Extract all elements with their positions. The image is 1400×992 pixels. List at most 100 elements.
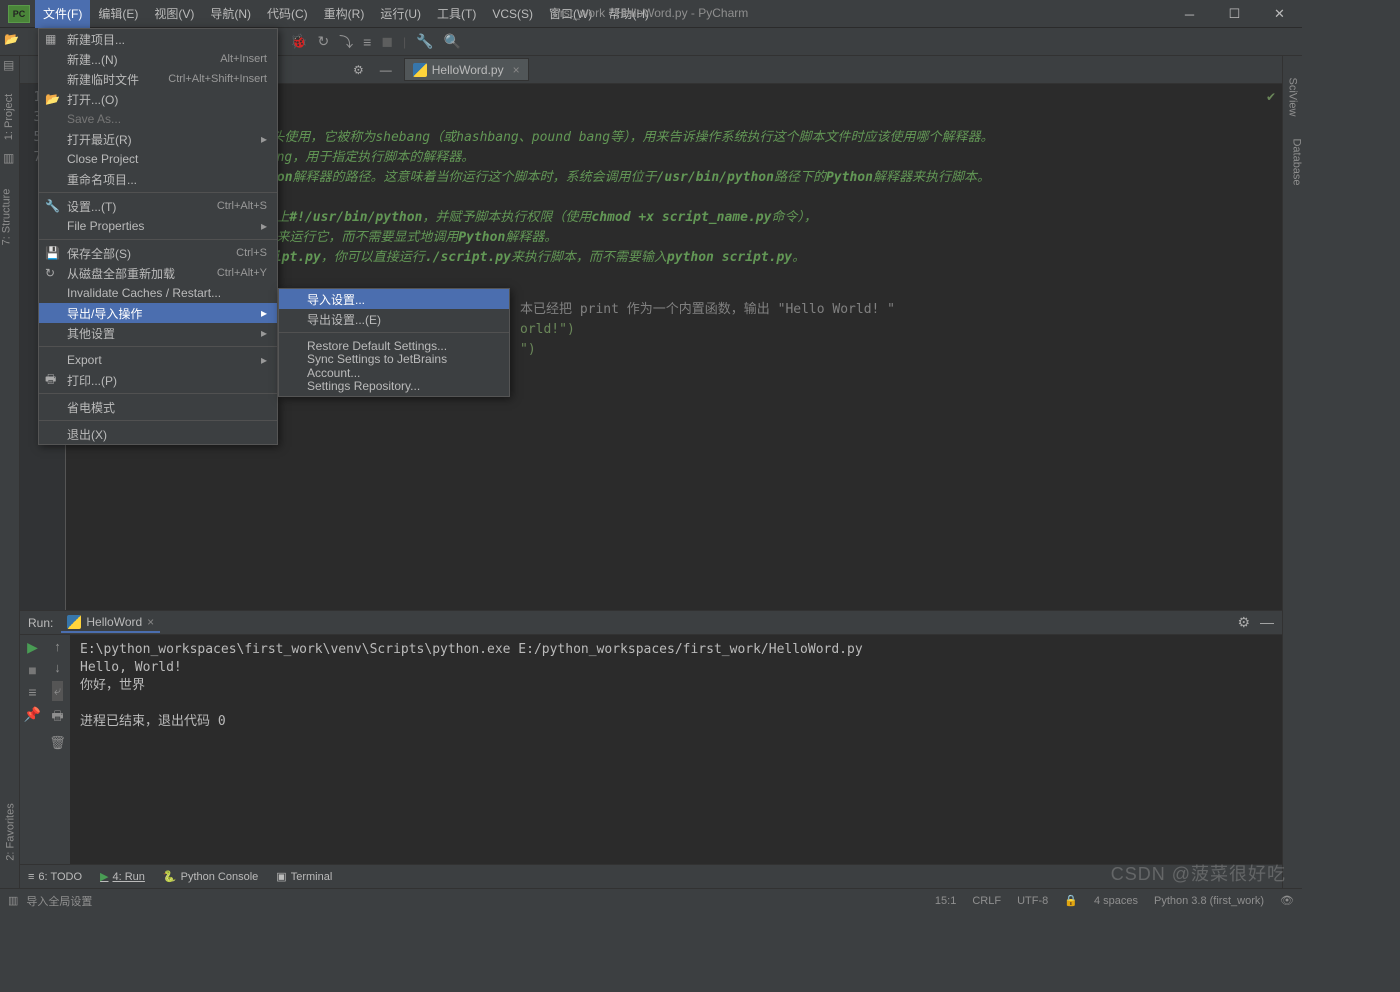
- menu-reload-disk[interactable]: ↻从磁盘全部重新加载Ctrl+Alt+Y: [39, 263, 277, 283]
- window-controls: ─ ☐ ✕: [1167, 0, 1302, 28]
- new-icon: ▦: [45, 32, 61, 46]
- reload-icon: ↻: [45, 266, 61, 280]
- status-cursor-pos[interactable]: 15:1: [935, 895, 956, 907]
- print-icon[interactable]: 🖶: [51, 707, 63, 729]
- status-line-sep[interactable]: CRLF: [972, 895, 1001, 907]
- todo-toolwindow-tab[interactable]: ≡6: TODO: [28, 871, 82, 883]
- menu-edit[interactable]: 编辑(E): [90, 0, 146, 28]
- menu-save-all[interactable]: 💾保存全部(S)Ctrl+S: [39, 243, 277, 263]
- menu-open[interactable]: 📂打开...(O): [39, 89, 277, 109]
- status-encoding[interactable]: UTF-8: [1017, 895, 1048, 907]
- submenu-settings-repo[interactable]: Settings Repository...: [279, 376, 509, 396]
- trash-icon[interactable]: 🗑: [49, 735, 66, 751]
- save-icon: 💾: [45, 246, 61, 260]
- submenu-import-settings[interactable]: 导入设置...: [279, 289, 509, 309]
- window-title: first_work - HelloWord.py - PyCharm: [554, 6, 748, 20]
- search-icon[interactable]: 🔍: [444, 33, 461, 50]
- menu-new-project[interactable]: ▦新建项目...: [39, 29, 277, 49]
- bottom-toolbar: ≡6: TODO ▶4: Run 🐍Python Console ▣Termin…: [20, 864, 1282, 888]
- menu-save-as[interactable]: Save As...: [39, 109, 277, 129]
- run-console-output[interactable]: E:\python_workspaces\first_work\venv\Scr…: [70, 635, 1282, 864]
- database-toolwindow-tab[interactable]: Database: [1290, 138, 1302, 185]
- status-indent[interactable]: 4 spaces: [1094, 895, 1138, 907]
- status-interpreter[interactable]: Python 3.8 (first_work): [1154, 895, 1264, 907]
- menu-invalidate-caches[interactable]: Invalidate Caches / Restart...: [39, 283, 277, 303]
- maximize-button[interactable]: ☐: [1212, 0, 1257, 28]
- menu-exit[interactable]: 退出(X): [39, 424, 277, 444]
- python-console-tab[interactable]: 🐍Python Console: [163, 870, 258, 883]
- status-hint: 导入全局设置: [26, 893, 92, 909]
- down-icon[interactable]: ↓: [54, 660, 61, 675]
- wrap-icon[interactable]: ⤶: [52, 681, 63, 701]
- stop-icon[interactable]: ≡: [363, 34, 371, 50]
- menu-print[interactable]: 🖶打印...(P): [39, 370, 277, 390]
- minimize-button[interactable]: ─: [1167, 0, 1212, 28]
- menu-view[interactable]: 视图(V): [146, 0, 202, 28]
- titlebar: PC 文件(F) 编辑(E) 视图(V) 导航(N) 代码(C) 重构(R) 运…: [0, 0, 1302, 28]
- run-tab-helloword[interactable]: HelloWord ×: [61, 613, 160, 633]
- structure-toolwindow-tab[interactable]: 7: Structure: [0, 189, 12, 246]
- run-toolwindow-tab[interactable]: ▶4: Run: [100, 870, 145, 883]
- pin-icon[interactable]: 👁: [1280, 894, 1294, 907]
- menu-open-recent[interactable]: 打开最近(R)▸: [39, 129, 277, 149]
- menu-refactor[interactable]: 重构(R): [316, 0, 373, 28]
- left-tool-strip: ▤ 1: Project ▥ 7: Structure 2: Favorites: [0, 56, 20, 888]
- favorites-toolwindow-tab[interactable]: 2: Favorites: [5, 803, 17, 860]
- menu-settings[interactable]: 🔧设置...(T)Ctrl+Alt+S: [39, 196, 277, 216]
- menu-tools[interactable]: 工具(T): [429, 0, 484, 28]
- inspections-ok-icon[interactable]: ✔: [1266, 90, 1276, 104]
- folder-open-icon: 📂: [45, 92, 61, 106]
- menu-navigate[interactable]: 导航(N): [202, 0, 259, 28]
- menu-code[interactable]: 代码(C): [259, 0, 316, 28]
- menu-power-save[interactable]: 省电模式: [39, 397, 277, 417]
- editor-tab-label: HelloWord.py: [432, 63, 504, 77]
- menu-other-settings[interactable]: 其他设置▸: [39, 323, 277, 343]
- run-header: Run: HelloWord × ⚙ —: [20, 611, 1282, 635]
- up-icon[interactable]: ↑: [54, 639, 61, 654]
- minimize-panel-icon[interactable]: —: [372, 63, 400, 77]
- rerun-icon[interactable]: ▶: [27, 639, 38, 656]
- project-toolwindow-tab[interactable]: 1: Project: [3, 94, 15, 140]
- left-nav-icons: 📂: [4, 32, 19, 46]
- menu-rename-project[interactable]: 重命名项目...: [39, 169, 277, 189]
- menu-close-project[interactable]: Close Project: [39, 149, 277, 169]
- status-window-icon[interactable]: ▥: [8, 894, 18, 907]
- close-button[interactable]: ✕: [1257, 0, 1302, 28]
- terminal-tab[interactable]: ▣Terminal: [276, 870, 332, 883]
- close-tab-icon[interactable]: ×: [147, 615, 154, 629]
- bug-icon[interactable]: 🐞: [290, 33, 307, 50]
- folder-open-icon[interactable]: 📂: [4, 32, 19, 46]
- gear-icon[interactable]: ⚙: [345, 63, 372, 77]
- sciview-toolwindow-tab[interactable]: SciView: [1287, 78, 1299, 117]
- step-out-icon[interactable]: ◼: [381, 33, 393, 50]
- run-label: Run:: [28, 616, 53, 630]
- folder-icon[interactable]: ▥: [3, 151, 17, 165]
- layout-icon[interactable]: ≡: [28, 684, 36, 700]
- pycharm-logo-icon: PC: [8, 5, 30, 23]
- menu-export[interactable]: Export▸: [39, 350, 277, 370]
- watermark: CSDN @菠菜很好吃: [1111, 860, 1286, 886]
- submenu-export-settings[interactable]: 导出设置...(E): [279, 309, 509, 329]
- stop-icon[interactable]: ■: [28, 662, 36, 678]
- file-icon[interactable]: ▤: [3, 58, 17, 72]
- menu-new[interactable]: 新建...(N)Alt+Insert: [39, 49, 277, 69]
- print-icon: 🖶: [45, 370, 61, 391]
- minimize-panel-icon[interactable]: —: [1260, 614, 1274, 631]
- menu-file-properties[interactable]: File Properties▸: [39, 216, 277, 236]
- step-icon[interactable]: ⤵: [339, 32, 353, 52]
- settings-icon[interactable]: ⚙: [1237, 614, 1250, 631]
- menu-vcs[interactable]: VCS(S): [484, 0, 541, 28]
- editor-tab-helloword[interactable]: HelloWord.py ×: [404, 58, 529, 81]
- wrench-icon[interactable]: 🔧: [416, 33, 433, 50]
- partial-code-visible: 本已经把 print 作为一个内置函数，输出 "Hello World! " o…: [520, 300, 895, 360]
- pin-icon[interactable]: 📌: [24, 706, 41, 723]
- menu-file[interactable]: 文件(F): [35, 0, 90, 28]
- file-menu-dropdown: ▦新建项目... 新建...(N)Alt+Insert 新建临时文件Ctrl+A…: [38, 28, 278, 445]
- menu-new-scratch[interactable]: 新建临时文件Ctrl+Alt+Shift+Insert: [39, 69, 277, 89]
- reload-icon[interactable]: ↻: [317, 33, 329, 50]
- lock-icon[interactable]: 🔒: [1064, 894, 1078, 907]
- submenu-sync-settings[interactable]: Sync Settings to JetBrains Account...: [279, 356, 509, 376]
- menu-run[interactable]: 运行(U): [372, 0, 429, 28]
- menu-export-import[interactable]: 导出/导入操作▸: [39, 303, 277, 323]
- close-tab-icon[interactable]: ×: [513, 63, 520, 77]
